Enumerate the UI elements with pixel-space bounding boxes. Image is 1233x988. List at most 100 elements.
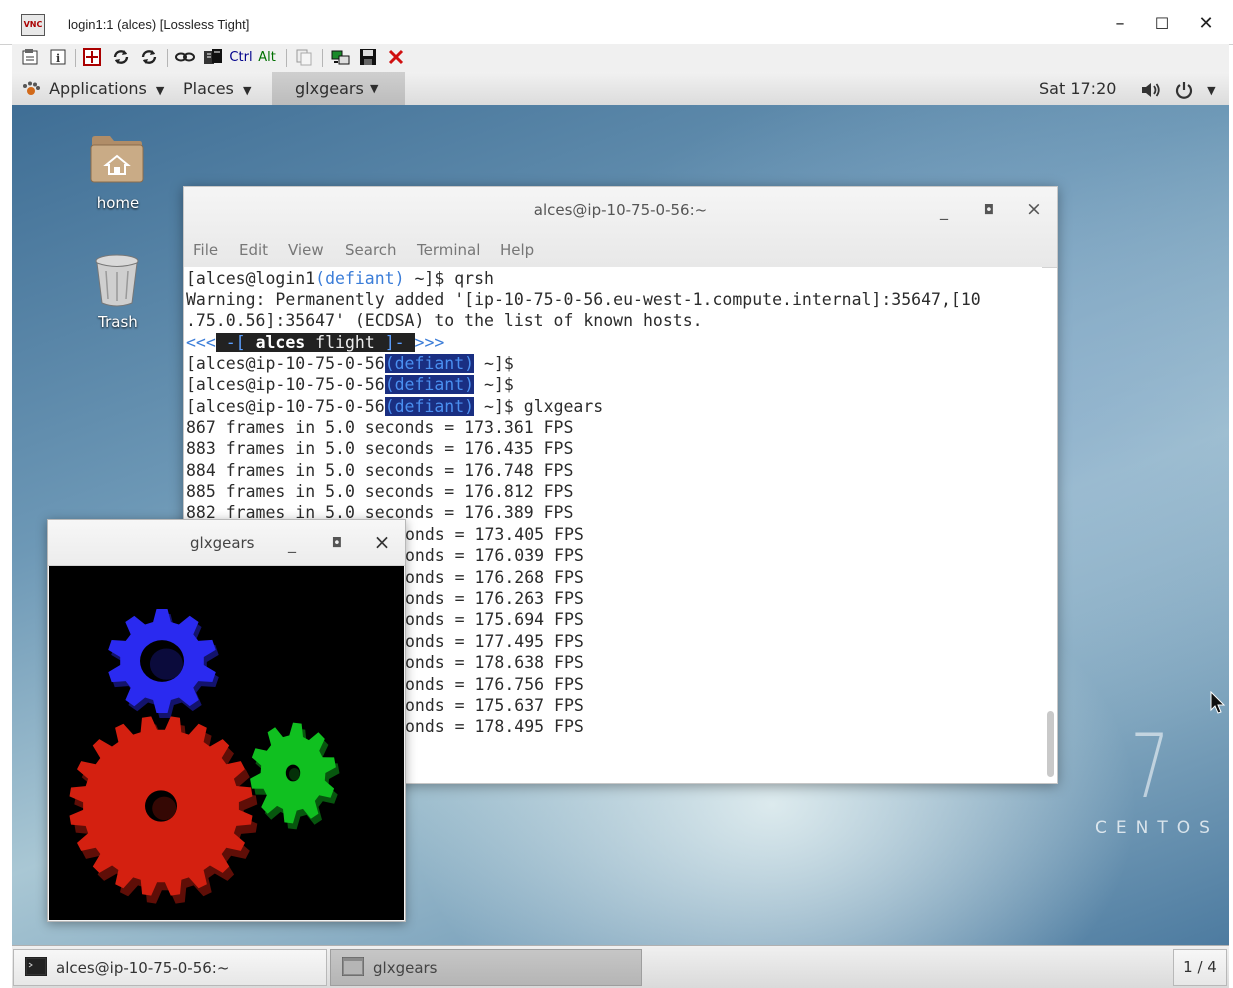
terminal-title: alces@ip-10-75-0-56:~ <box>533 201 708 219</box>
home-folder-icon[interactable] <box>90 133 144 189</box>
menu-help[interactable]: Help <box>500 241 534 259</box>
vnc-toolbar: i Ctrl Alt <box>12 44 1229 73</box>
taskbar-glxgears-label: glxgears <box>373 959 438 977</box>
places-label: Places <box>183 79 234 98</box>
trash-label[interactable]: Trash <box>83 313 153 331</box>
vnc-maximize-button[interactable]: ☐ <box>1147 12 1177 36</box>
places-menu[interactable]: Places ▼ <box>183 72 251 105</box>
save-icon[interactable] <box>358 48 378 68</box>
green-gear-hole-inner <box>289 767 300 781</box>
menu-terminal[interactable]: Terminal <box>417 241 480 259</box>
terminal-line: [alces@ip-10-75-0-56(defiant) ~]$ <box>186 354 514 373</box>
glxgears-window[interactable]: glxgears _ ◘ × <box>47 519 406 922</box>
terminal-line: [alces@login1(defiant) ~]$ qrsh <box>186 269 494 288</box>
applications-label: Applications <box>49 79 147 98</box>
terminal-line: Warning: Permanently added '[ip-10-75-0-… <box>186 290 981 309</box>
fps-line: 867 frames in 5.0 seconds = 173.361 FPS <box>186 418 574 437</box>
centos-logo-seven: 7 <box>1130 715 1170 818</box>
ctrl-key-button[interactable]: Ctrl <box>228 48 254 68</box>
clipboard-icon[interactable] <box>294 48 314 68</box>
window-icon <box>342 957 364 976</box>
fps-line: onds = 178.495 FPS <box>405 717 584 736</box>
power-icon <box>1175 81 1193 99</box>
gnome-foot-icon <box>23 81 40 95</box>
fullscreen-icon[interactable] <box>82 48 102 68</box>
fps-line: 883 frames in 5.0 seconds = 176.435 FPS <box>186 439 574 458</box>
terminal-icon <box>25 957 47 976</box>
gears-drawing <box>69 609 340 904</box>
centos-logo-text: CENTOS <box>1095 818 1219 838</box>
fps-line: onds = 176.263 FPS <box>405 589 584 608</box>
terminal-header[interactable]: alces@ip-10-75-0-56:~ _ ◘ × File Edit Vi… <box>184 187 1057 268</box>
menu-view[interactable]: View <box>288 241 324 259</box>
toolbar-separator <box>167 49 168 67</box>
fps-line: onds = 176.039 FPS <box>405 546 584 565</box>
alt-key-button[interactable]: Alt <box>256 48 278 68</box>
terminal-line: [alces@ip-10-75-0-56(defiant) ~]$ glxgea… <box>186 397 604 416</box>
clock[interactable]: Sat 17:20 <box>1039 72 1116 105</box>
volume-icon[interactable] <box>1140 72 1162 105</box>
blue-gear-hole-inner <box>149 648 183 680</box>
trash-icon[interactable] <box>94 253 140 313</box>
vnc-close-button[interactable]: ✕ <box>1191 12 1221 36</box>
glxgears-canvas[interactable] <box>49 566 404 920</box>
chevron-down-icon: ▼ <box>370 82 379 95</box>
vnc-minimize-button[interactable]: – <box>1105 12 1135 36</box>
chevron-down-icon: ▼ <box>155 84 165 97</box>
fps-line: 885 frames in 5.0 seconds = 176.812 FPS <box>186 482 574 501</box>
active-task-label: glxgears <box>295 79 364 98</box>
terminal-line: .75.0.56]:35647' (ECDSA) to the list of … <box>186 311 703 330</box>
vnc-window-title: login1:1 (alces) [Lossless Tight] <box>68 17 250 32</box>
svg-text:i: i <box>56 52 60 65</box>
refresh-icon[interactable] <box>110 48 132 68</box>
red-gear-hole-inner <box>152 796 177 821</box>
bottom-taskbar: alces@ip-10-75-0-56:~ glxgears 1 / 4 <box>12 945 1229 988</box>
active-window-task[interactable]: glxgears ▼ <box>272 72 405 105</box>
new-connection-icon[interactable] <box>330 48 352 68</box>
gnome-top-panel: Applications ▼ Places ▼ glxgears ▼ Sat 1… <box>12 72 1229 106</box>
power-menu[interactable]: ▼ <box>1174 72 1216 105</box>
options-icon[interactable] <box>20 48 40 68</box>
fps-line: onds = 176.268 FPS <box>405 568 584 587</box>
taskbar-glxgears-button[interactable]: glxgears <box>330 949 642 986</box>
terminal-close-button[interactable]: × <box>1024 198 1044 220</box>
menu-edit[interactable]: Edit <box>239 241 268 259</box>
info-icon[interactable]: i <box>48 48 68 68</box>
vnc-titlebar: VNC login1:1 (alces) [Lossless Tight] – … <box>0 0 1233 45</box>
glxgears-header[interactable]: glxgears _ ◘ × <box>48 520 405 566</box>
applications-menu[interactable]: Applications ▼ <box>20 72 164 105</box>
fps-line: onds = 175.694 FPS <box>405 610 584 629</box>
fps-line: onds = 173.405 FPS <box>405 525 584 544</box>
fps-line: onds = 175.637 FPS <box>405 696 584 715</box>
toolbar-separator <box>286 49 287 67</box>
workspace-switcher[interactable]: 1 / 4 <box>1173 949 1227 986</box>
terminal-line: [alces@ip-10-75-0-56(defiant) ~]$ <box>186 375 514 394</box>
mouse-pointer-icon <box>1210 691 1226 714</box>
taskbar-terminal-button[interactable]: alces@ip-10-75-0-56:~ <box>13 949 327 986</box>
glxgears-minimize-button[interactable]: _ <box>282 534 302 553</box>
fps-line: onds = 177.495 FPS <box>405 632 584 651</box>
taskbar-terminal-label: alces@ip-10-75-0-56:~ <box>56 959 230 977</box>
menu-file[interactable]: File <box>193 241 218 259</box>
chevron-down-icon: ▼ <box>242 84 252 97</box>
home-folder-label[interactable]: home <box>83 194 153 212</box>
terminal-minimize-button[interactable]: _ <box>934 201 954 220</box>
menu-search[interactable]: Search <box>345 241 397 259</box>
glxgears-title: glxgears <box>190 534 255 552</box>
terminal-maximize-button[interactable]: ◘ <box>979 203 999 218</box>
fps-line: onds = 176.756 FPS <box>405 675 584 694</box>
vnc-logo-icon[interactable]: VNC <box>21 14 45 36</box>
fps-line: onds = 178.638 FPS <box>405 653 584 672</box>
chat-icon[interactable] <box>202 48 224 68</box>
sync-icon[interactable] <box>138 48 160 68</box>
alces-flight-banner: <<< -[ alces flight ]- >>> <box>186 333 445 352</box>
glxgears-maximize-button[interactable]: ◘ <box>327 536 347 551</box>
toolbar-separator <box>322 49 323 67</box>
disconnect-icon[interactable] <box>386 48 406 68</box>
terminal-scrollbar[interactable] <box>1047 711 1054 777</box>
toolbar-separator <box>75 49 76 67</box>
chevron-down-icon: ▼ <box>1207 84 1216 97</box>
fps-line: 884 frames in 5.0 seconds = 176.748 FPS <box>186 461 574 480</box>
glxgears-close-button[interactable]: × <box>372 530 392 554</box>
transfer-icon[interactable] <box>174 48 196 68</box>
